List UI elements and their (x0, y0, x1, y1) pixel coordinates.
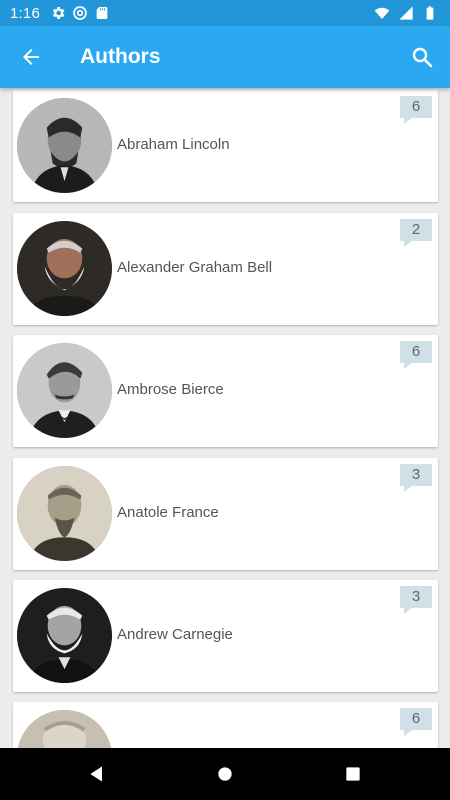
quote-count: 6 (411, 98, 421, 115)
author-card-ambrose-bierce[interactable]: Ambrose Bierce 6 (13, 335, 438, 447)
nav-back-icon[interactable] (85, 762, 109, 786)
nav-recents-icon[interactable] (341, 762, 365, 786)
at-sign-icon (72, 5, 88, 21)
author-name: Ambrose Bierce (117, 381, 224, 398)
status-bar: 1:16 (0, 0, 450, 26)
quote-count: 6 (411, 710, 421, 727)
authors-list[interactable]: Abraham Lincoln 6 Alexander Graham Bell … (0, 88, 450, 748)
wifi-icon (374, 5, 390, 21)
page-title: Authors (80, 45, 161, 68)
author-avatar (17, 710, 112, 748)
author-name: Abraham Lincoln (117, 136, 230, 153)
author-name: Andrew Carnegie (117, 626, 233, 643)
author-card-partial[interactable]: 6 (13, 702, 438, 748)
quote-count: 3 (411, 466, 421, 483)
quote-count: 3 (411, 588, 421, 605)
quote-count-badge: 6 (400, 708, 432, 736)
quote-count-badge: 6 (400, 341, 432, 369)
sd-card-icon (94, 5, 110, 21)
system-nav-bar (0, 748, 450, 800)
search-icon[interactable] (410, 45, 434, 69)
author-card-anatole-france[interactable]: Anatole France 3 (13, 458, 438, 570)
quote-count-badge: 3 (400, 586, 432, 614)
author-avatar (17, 343, 112, 438)
author-name: Anatole France (117, 504, 219, 521)
nav-home-icon[interactable] (213, 762, 237, 786)
author-card-alexander-graham-bell[interactable]: Alexander Graham Bell 2 (13, 213, 438, 325)
author-avatar (17, 98, 112, 193)
author-avatar (17, 466, 112, 561)
author-card-abraham-lincoln[interactable]: Abraham Lincoln 6 (13, 90, 438, 202)
quote-count-badge: 2 (400, 219, 432, 247)
settings-icon (50, 5, 66, 21)
quote-count-badge: 6 (400, 96, 432, 124)
signal-icon (398, 5, 414, 21)
quote-count: 6 (411, 343, 421, 360)
battery-icon (422, 5, 438, 21)
quote-count: 2 (411, 221, 421, 238)
quote-count-badge: 3 (400, 464, 432, 492)
author-card-andrew-carnegie[interactable]: Andrew Carnegie 3 (13, 580, 438, 692)
author-name: Alexander Graham Bell (117, 259, 273, 276)
status-time: 1:16 (10, 4, 40, 22)
author-avatar (17, 588, 112, 683)
author-avatar (17, 221, 112, 316)
app-bar: Authors (0, 26, 450, 88)
back-arrow-icon[interactable] (19, 45, 43, 69)
